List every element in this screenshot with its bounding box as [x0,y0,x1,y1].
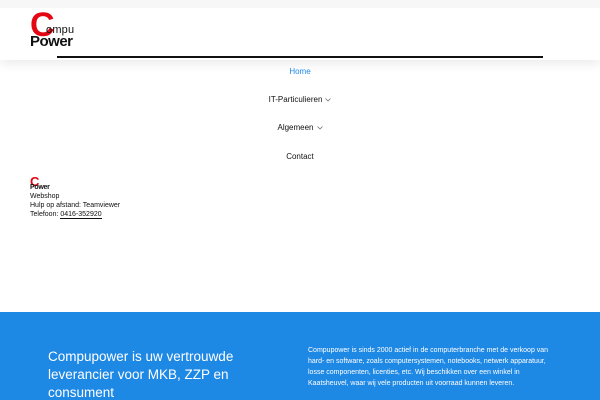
header-top-band [0,0,600,8]
webshop-link[interactable]: Webshop [30,192,59,201]
promo-text: Compupower is sinds 2000 actief in de co… [308,347,549,387]
phone-label: Telefoon: [30,211,61,218]
nav-item-contact[interactable]: Contact [0,152,600,162]
compupower-logo[interactable]: C ompu Power [30,8,80,50]
nav-item-label: IT-Particulieren [268,95,323,104]
phone-line: Telefoon: 0416-352920 [30,210,102,219]
nav-item-algemeen[interactable]: Algemeen [0,123,600,134]
chevron-down-icon [325,96,332,106]
promo-section: Compupower is uw vertrouwde leverancier … [0,312,600,400]
nav-item-label: Home [289,67,311,76]
nav-item-home[interactable]: Home [0,67,600,77]
logo-power-text: Power [30,33,73,50]
footer-mini-logo[interactable]: C Power [30,175,50,192]
nav-item-label: Contact [286,152,314,161]
promo-title: Compupower is uw vertrouwde leverancier … [48,349,234,400]
header-divider [57,56,543,58]
mini-logo-power: Power [30,184,50,191]
page: C ompu Power Home IT-Particulieren Algem… [0,0,600,400]
nav-item-label: Algemeen [277,123,314,132]
site-header: C ompu Power [0,0,600,60]
chevron-down-icon [316,124,323,134]
remote-help-link[interactable]: Hulp op afstand: Teamviewer [30,201,120,210]
phone-number-link[interactable]: 0416-352920 [60,211,102,219]
nav-item-it-particulieren[interactable]: IT-Particulieren [0,95,600,106]
